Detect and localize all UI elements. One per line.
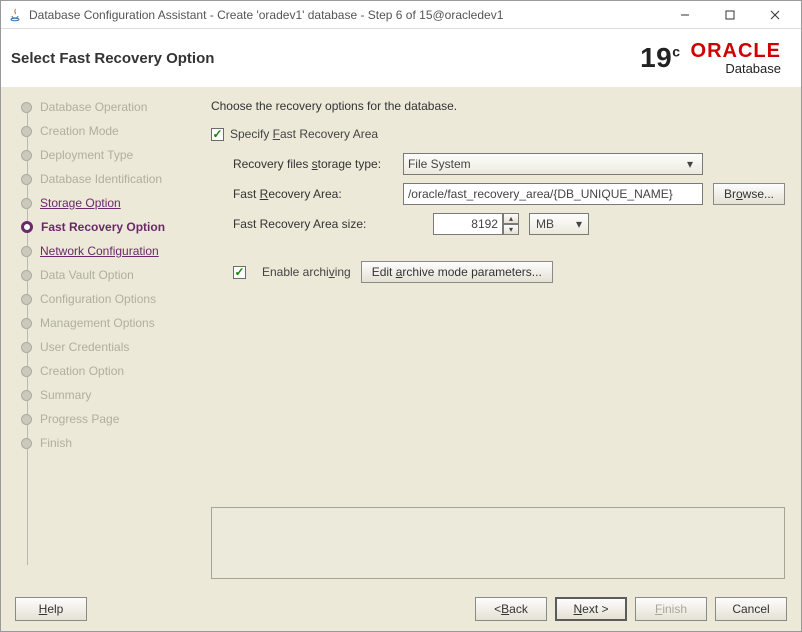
step-dot-icon xyxy=(21,390,32,401)
step-label: Progress Page xyxy=(40,412,119,426)
step-dot-icon xyxy=(21,150,32,161)
window-controls xyxy=(662,2,797,28)
step-label: Network Configuration xyxy=(40,244,159,258)
close-button[interactable] xyxy=(752,2,797,28)
step-label: Fast Recovery Option xyxy=(41,220,165,234)
step-dot-icon xyxy=(21,246,32,257)
step-dot-icon xyxy=(21,174,32,185)
specify-fra-label: Specify Fast Recovery Area xyxy=(230,127,378,141)
storage-type-label: Recovery files storage type: xyxy=(233,157,403,171)
check-icon: ✓ xyxy=(234,266,244,278)
step-label: Creation Mode xyxy=(40,124,119,138)
step-dot-icon xyxy=(21,294,32,305)
step-dot-icon xyxy=(21,414,32,425)
step-dot-icon xyxy=(21,102,32,113)
step-label: Database Operation xyxy=(40,100,147,114)
edit-archive-params-button[interactable]: Edit archive mode parameters... xyxy=(361,261,553,283)
maximize-button[interactable] xyxy=(707,2,752,28)
step-creation-option: Creation Option xyxy=(11,359,195,383)
step-summary: Summary xyxy=(11,383,195,407)
check-icon: ✓ xyxy=(212,128,222,140)
spinner-down-button[interactable]: ▾ xyxy=(503,224,519,235)
browse-button[interactable]: Browse... xyxy=(713,183,785,205)
titlebar: Database Configuration Assistant - Creat… xyxy=(1,1,801,29)
message-area xyxy=(211,507,785,579)
step-dot-icon xyxy=(21,270,32,281)
oracle-sub-text: Database xyxy=(725,62,781,76)
fra-path-input[interactable]: /oracle/fast_recovery_area/{DB_UNIQUE_NA… xyxy=(403,183,703,205)
page-title: Select Fast Recovery Option xyxy=(11,50,640,67)
cancel-button[interactable]: Cancel xyxy=(715,597,787,621)
fra-size-unit-value: MB xyxy=(536,217,554,231)
instruction-text: Choose the recovery options for the data… xyxy=(211,99,785,113)
next-button[interactable]: Next > xyxy=(555,597,627,621)
step-label: Data Vault Option xyxy=(40,268,134,282)
fra-path-value: /oracle/fast_recovery_area/{DB_UNIQUE_NA… xyxy=(408,187,673,201)
step-dot-icon xyxy=(21,366,32,377)
step-label: Deployment Type xyxy=(40,148,133,162)
step-configuration-options: Configuration Options xyxy=(11,287,195,311)
enable-archiving-label: Enable archiving xyxy=(262,265,351,279)
main-panel: Choose the recovery options for the data… xyxy=(199,87,801,587)
step-deployment-type: Deployment Type xyxy=(11,143,195,167)
fra-size-value: 8192 xyxy=(471,217,498,231)
enable-archiving-checkbox[interactable]: ✓ xyxy=(233,266,246,279)
browse-label: Browse... xyxy=(724,187,774,201)
storage-type-value: File System xyxy=(408,157,471,171)
step-label: Creation Option xyxy=(40,364,124,378)
wizard-footer: Help < Back Next > Finish Cancel xyxy=(1,587,801,631)
step-label: Database Identification xyxy=(40,172,162,186)
step-user-credentials: User Credentials xyxy=(11,335,195,359)
step-dot-icon xyxy=(21,438,32,449)
step-finish: Finish xyxy=(11,431,195,455)
step-progress-page: Progress Page xyxy=(11,407,195,431)
step-label: Storage Option xyxy=(40,196,121,210)
step-label: Finish xyxy=(40,436,72,450)
step-label: User Credentials xyxy=(40,340,129,354)
help-button[interactable]: Help xyxy=(15,597,87,621)
java-app-icon xyxy=(7,7,23,23)
step-dot-icon xyxy=(21,221,33,233)
step-database-identification: Database Identification xyxy=(11,167,195,191)
fra-size-spinner[interactable]: 8192 ▴ ▾ xyxy=(433,213,519,235)
chevron-down-icon: ▾ xyxy=(682,157,698,171)
finish-button: Finish xyxy=(635,597,707,621)
minimize-button[interactable] xyxy=(662,2,707,28)
step-label: Summary xyxy=(40,388,91,402)
specify-fra-row: ✓ Specify Fast Recovery Area xyxy=(211,127,785,141)
window-title: Database Configuration Assistant - Creat… xyxy=(29,8,662,22)
step-fast-recovery-option[interactable]: Fast Recovery Option xyxy=(11,215,195,239)
specify-fra-checkbox[interactable]: ✓ xyxy=(211,128,224,141)
step-sidebar: Database Operation Creation Mode Deploymen… xyxy=(1,87,199,587)
oracle-logo-text: ORACLE xyxy=(691,41,781,62)
version-label: 19c xyxy=(640,42,680,74)
step-database-operation: Database Operation xyxy=(11,95,195,119)
fra-path-label: Fast Recovery Area: xyxy=(233,187,403,201)
step-data-vault-option: Data Vault Option xyxy=(11,263,195,287)
fra-size-unit-select[interactable]: MB ▾ xyxy=(529,213,589,235)
storage-type-select[interactable]: File System ▾ xyxy=(403,153,703,175)
wizard-header: Select Fast Recovery Option 19c ORACLE D… xyxy=(1,29,801,87)
app-window: Database Configuration Assistant - Creat… xyxy=(0,0,802,632)
edit-archive-label: Edit archive mode parameters... xyxy=(372,265,542,279)
step-label: Management Options xyxy=(40,316,155,330)
content-area: Database Operation Creation Mode Deploymen… xyxy=(1,87,801,587)
step-management-options: Management Options xyxy=(11,311,195,335)
step-network-configuration[interactable]: Network Configuration xyxy=(11,239,195,263)
step-dot-icon xyxy=(21,342,32,353)
oracle-brand: 19c ORACLE Database xyxy=(640,41,781,76)
spinner-up-button[interactable]: ▴ xyxy=(503,213,519,224)
step-label: Configuration Options xyxy=(40,292,156,306)
fra-size-label: Fast Recovery Area size: xyxy=(233,217,403,231)
step-dot-icon xyxy=(21,126,32,137)
chevron-down-icon: ▾ xyxy=(576,217,582,231)
step-storage-option[interactable]: Storage Option xyxy=(11,191,195,215)
step-dot-icon xyxy=(21,198,32,209)
step-dot-icon xyxy=(21,318,32,329)
back-button[interactable]: < Back xyxy=(475,597,547,621)
step-creation-mode: Creation Mode xyxy=(11,119,195,143)
